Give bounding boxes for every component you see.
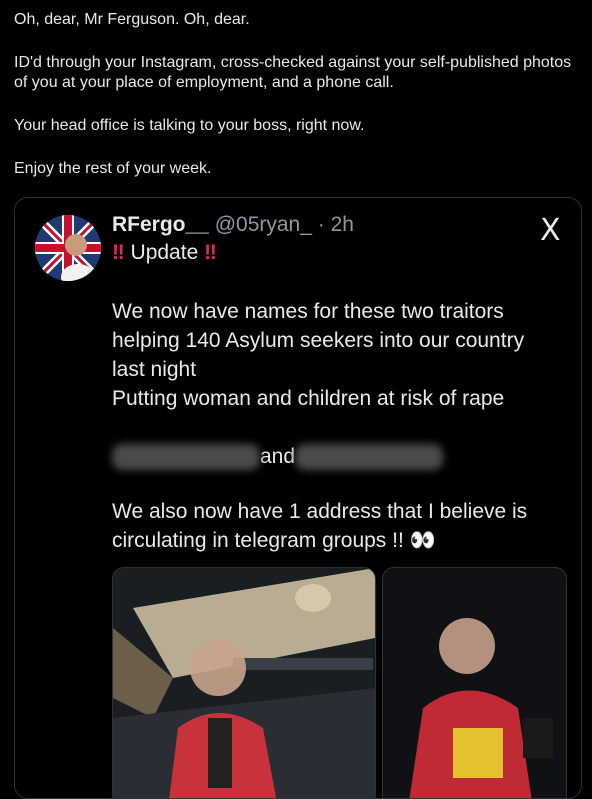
handle-time: @05ryan_ · 2h bbox=[214, 213, 354, 236]
post-line: Your head office is talking to your boss… bbox=[14, 117, 365, 134]
tweet-text: We now have names for these two traitors… bbox=[112, 297, 562, 413]
tweet-photo[interactable] bbox=[382, 567, 567, 798]
display-name: RFergo__ bbox=[112, 213, 209, 236]
tweet-paragraph: We also now have 1 address that I believ… bbox=[112, 497, 562, 555]
double-exclamation-icon: ‼ bbox=[204, 241, 217, 264]
eyes-emoji-icon: 👀 bbox=[409, 528, 436, 552]
x-logo-icon: X bbox=[540, 213, 561, 248]
embedded-tweet-card[interactable]: RFergo__ @05ryan_ · 2h X ‼ Update ‼ We n… bbox=[14, 197, 582, 799]
tweet-paragraph: We now have names for these two traitors… bbox=[112, 300, 525, 381]
and-word: and bbox=[260, 445, 296, 468]
tweet-screenshot: RFergo__ @05ryan_ · 2h X ‼ Update ‼ We n… bbox=[15, 198, 581, 798]
avatar bbox=[35, 215, 101, 281]
tweet-paragraph: Putting woman and children at risk of ra… bbox=[112, 387, 505, 410]
blurred-name bbox=[295, 444, 444, 471]
blurred-name bbox=[112, 444, 260, 471]
tweet-paragraph-text: We also now have 1 address that I believ… bbox=[112, 500, 528, 552]
post-line: ID'd through your Instagram, cross-check… bbox=[14, 54, 572, 91]
post-line: Oh, dear, Mr Ferguson. Oh, dear. bbox=[14, 11, 250, 28]
redacted-names: and bbox=[112, 442, 444, 472]
tweet-author: RFergo__ @05ryan_ · 2h bbox=[112, 212, 354, 238]
update-line: ‼ Update ‼ bbox=[112, 240, 217, 266]
tweet-photo[interactable] bbox=[112, 567, 376, 798]
post-line: Enjoy the rest of your week. bbox=[14, 160, 212, 177]
post-body: Oh, dear, Mr Ferguson. Oh, dear. ID'd th… bbox=[14, 10, 584, 202]
update-word: Update bbox=[130, 241, 199, 264]
double-exclamation-icon: ‼ bbox=[112, 241, 125, 264]
